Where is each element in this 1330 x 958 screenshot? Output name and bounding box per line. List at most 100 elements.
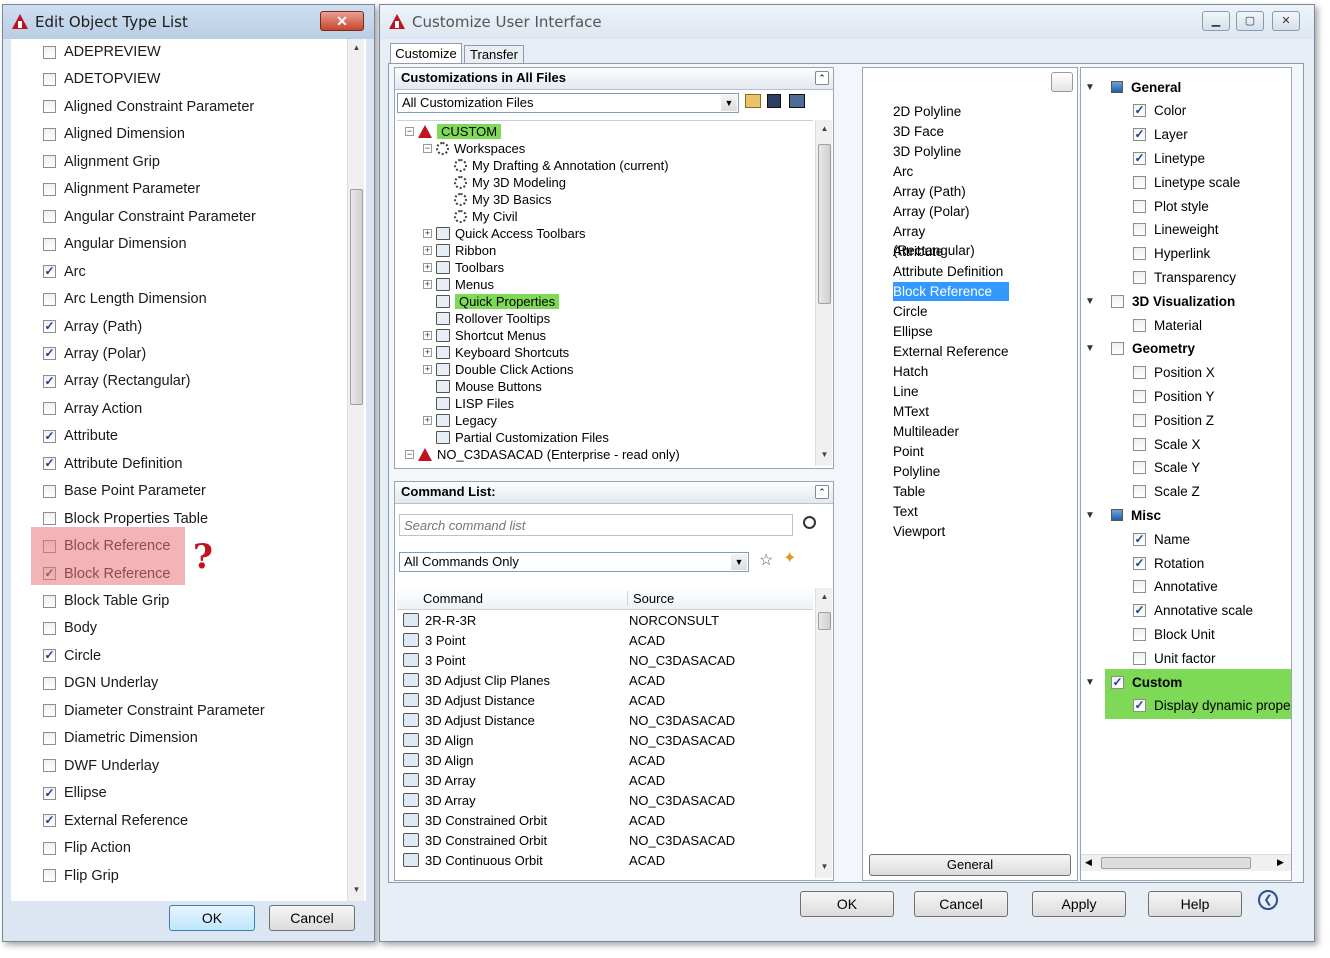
cui-help-button[interactable]: Help (1148, 891, 1242, 917)
checkbox[interactable] (1133, 389, 1146, 403)
tree-scrollbar[interactable]: ▲ ▼ (815, 120, 832, 466)
tree-node[interactable]: + Double Click Actions (423, 361, 574, 378)
find-star-icon[interactable]: ☆ (759, 550, 773, 570)
scroll-up-arrow[interactable]: ▲ (348, 43, 365, 52)
checkbox[interactable]: ✓ (43, 649, 56, 663)
collapse-triangle-icon[interactable]: ▼ (1085, 82, 1097, 93)
col-command-header[interactable]: Command (423, 591, 483, 606)
checkbox[interactable] (1133, 437, 1146, 451)
scroll-thumb[interactable] (350, 189, 363, 405)
object-type-item[interactable]: Angular Constraint Parameter (43, 206, 256, 228)
collapse-triangle-icon[interactable]: ▼ (1085, 343, 1097, 354)
property-item[interactable]: ✓ Display dynamic prope (1133, 695, 1291, 717)
table-row[interactable]: 3D Adjust Distance NO_C3DASACAD (397, 710, 815, 730)
checkbox[interactable] (1133, 485, 1146, 499)
scroll-down-arrow[interactable]: ▼ (816, 450, 833, 459)
object-type-entry[interactable]: Hatch (893, 362, 1009, 381)
minimize-button[interactable]: ▁ (1202, 11, 1230, 31)
property-item[interactable]: Annotative (1133, 576, 1218, 598)
checkbox[interactable]: ✓ (43, 429, 56, 443)
checkbox[interactable]: ✓ (43, 374, 56, 388)
collapse-customizations-button[interactable]: ⌃ (815, 71, 829, 85)
checkbox[interactable] (1133, 580, 1146, 594)
property-group[interactable]: ▼ General (1085, 76, 1181, 98)
checkbox[interactable] (43, 841, 56, 855)
object-type-entry[interactable]: Arc (893, 162, 1009, 181)
object-type-item[interactable]: Alignment Grip (43, 151, 160, 173)
scroll-down-arrow[interactable]: ▼ (348, 885, 365, 894)
tree-node[interactable]: − CUSTOM (405, 123, 502, 140)
table-row[interactable]: 3D Array NO_C3DASACAD (397, 790, 815, 810)
collapse-command-list-button[interactable]: ⌃ (815, 485, 829, 499)
property-group[interactable]: ▼ Misc (1085, 504, 1161, 526)
checkbox[interactable] (1133, 175, 1146, 189)
table-row[interactable]: 3D Adjust Distance ACAD (397, 690, 815, 710)
object-type-item[interactable]: Flip Action (43, 837, 131, 859)
property-group[interactable]: ▼ Geometry (1085, 338, 1195, 360)
property-item[interactable]: Transparency (1133, 266, 1236, 288)
checkbox[interactable] (1133, 318, 1146, 332)
object-type-item[interactable]: ✓ Attribute (43, 425, 118, 447)
tab-transfer[interactable]: Transfer (464, 45, 524, 63)
tree-node[interactable]: Partial Customization Files (423, 429, 609, 446)
checkbox[interactable] (43, 869, 56, 882)
object-type-item[interactable]: Alignment Parameter (43, 178, 200, 200)
object-type-entry[interactable]: Viewport (893, 522, 1009, 541)
property-item[interactable]: ✓ Rotation (1133, 552, 1204, 574)
tree-node[interactable]: Quick Properties (423, 293, 560, 310)
checkbox[interactable]: ✓ (1133, 151, 1146, 165)
object-type-item[interactable]: Block Table Grip (43, 590, 169, 612)
table-row[interactable]: 3D Align NO_C3DASACAD (397, 730, 815, 750)
property-item[interactable]: Material (1133, 314, 1202, 336)
checkbox[interactable] (43, 731, 56, 745)
tree-node[interactable]: + Menus (423, 276, 494, 293)
checkbox[interactable]: ✓ (1133, 104, 1146, 118)
object-type-entry[interactable]: Polyline (893, 462, 1009, 481)
property-group[interactable]: ▼ 3D Visualization (1085, 290, 1235, 312)
object-type-entry[interactable]: External Reference (893, 342, 1009, 361)
tree-node[interactable]: + Keyboard Shortcuts (423, 344, 569, 361)
object-type-item[interactable]: Diameter Constraint Parameter (43, 700, 265, 722)
checkbox[interactable] (43, 621, 56, 635)
object-type-item[interactable]: ✓ External Reference (43, 810, 188, 832)
tree-node[interactable]: + Toolbars (423, 259, 504, 276)
checkbox[interactable] (43, 402, 56, 416)
checkbox[interactable]: ✓ (43, 814, 56, 828)
checkbox[interactable] (1133, 413, 1146, 427)
tree-node[interactable]: My Drafting & Annotation (current) (441, 157, 669, 174)
checkbox[interactable] (43, 704, 56, 718)
expand-toggle-icon[interactable]: + (423, 263, 432, 272)
checkbox[interactable] (43, 512, 56, 526)
table-row[interactable]: 3D Constrained Orbit ACAD (397, 810, 815, 830)
commands-filter-select[interactable]: All Commands Only ▼ (399, 552, 749, 572)
property-item[interactable]: Scale X (1133, 433, 1201, 455)
cui-ok-button[interactable]: OK (800, 891, 894, 917)
expand-toggle-icon[interactable]: + (423, 348, 432, 357)
property-item[interactable]: Scale Y (1133, 457, 1200, 479)
back-arrow-icon[interactable]: ❮ (1258, 890, 1278, 910)
checkbox[interactable]: ✓ (1133, 556, 1146, 570)
property-item[interactable]: Linetype scale (1133, 171, 1240, 193)
tab-customize[interactable]: Customize (390, 43, 462, 63)
object-type-entry[interactable]: Attribute Definition (893, 262, 1009, 281)
table-row[interactable]: 3D Constrained Orbit NO_C3DASACAD (397, 830, 815, 850)
property-item[interactable]: Unit factor (1133, 647, 1216, 669)
expand-toggle-icon[interactable]: + (423, 365, 432, 374)
save-as-icon[interactable] (789, 94, 805, 108)
checkbox[interactable]: ✓ (1133, 604, 1146, 618)
object-type-item[interactable]: ✓ Circle (43, 645, 101, 667)
checkbox[interactable] (1111, 342, 1124, 356)
checkbox[interactable]: ✓ (43, 265, 56, 279)
object-type-entry[interactable]: 3D Polyline (893, 142, 1009, 161)
close-button[interactable]: ✕ (320, 11, 364, 31)
checkbox[interactable] (1133, 270, 1146, 284)
object-type-item[interactable]: ✓ Ellipse (43, 782, 107, 804)
group-state-icon[interactable] (1111, 509, 1123, 522)
tree-node[interactable]: My 3D Modeling (441, 174, 566, 191)
tree-node[interactable]: LISP Files (423, 395, 514, 412)
object-type-entry[interactable]: MText (893, 402, 1009, 421)
property-item[interactable]: Scale Z (1133, 481, 1200, 503)
object-type-entry[interactable]: Point (893, 442, 1009, 461)
tree-node[interactable]: + Legacy (423, 412, 497, 429)
object-type-item[interactable]: Flip Grip (43, 865, 119, 887)
